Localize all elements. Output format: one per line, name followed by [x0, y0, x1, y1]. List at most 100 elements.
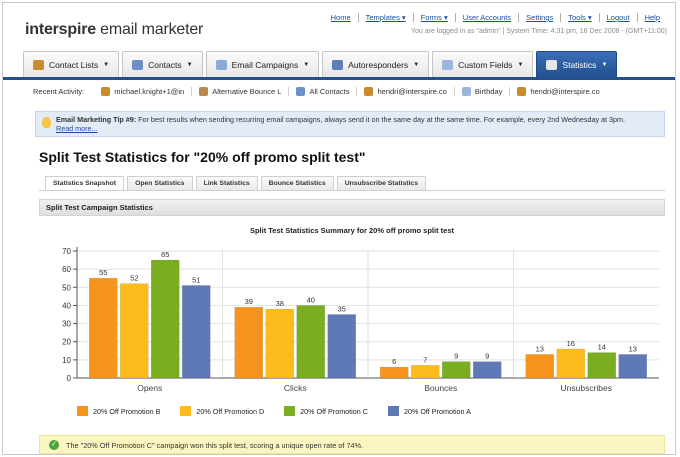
autoresponders-icon: [332, 59, 344, 70]
contacts-icon: [132, 59, 144, 70]
y-tick-label: 40: [62, 301, 71, 310]
link-templates[interactable]: Templates ▾: [357, 13, 413, 22]
tab-autoresponders[interactable]: Autoresponders ▼: [322, 51, 430, 77]
contact-icon: [364, 87, 374, 96]
x-tick-label: Clicks: [284, 383, 307, 393]
tab-underline: [3, 77, 675, 80]
bar: [296, 305, 325, 379]
tip-title: Email Marketing Tip #9:: [56, 115, 137, 124]
link-logout[interactable]: Logout: [598, 13, 637, 22]
chevron-down-icon: ▼: [303, 61, 310, 68]
recent-activity: Recent Activity: michael.knight+1@in Alt…: [33, 87, 607, 96]
tab-email-campaigns[interactable]: Email Campaigns ▼: [205, 51, 320, 77]
bar: [587, 352, 616, 379]
bar: [120, 283, 149, 379]
chevron-down-icon: ▼: [601, 61, 608, 68]
statistics-subtabs: Statistics Snapshot Open Statistics Link…: [45, 176, 426, 190]
recent-item[interactable]: All Contacts: [288, 87, 356, 96]
legend-item: 20% Off Promotion C: [284, 406, 368, 416]
bar: [234, 306, 263, 379]
bar: [380, 366, 409, 379]
bar-value-label: 6: [392, 357, 396, 366]
split-test-bar-chart: 0 10 20 30 40 50 60 70 55 52 65 51 Opens 39 38 40 35 Clic…: [62, 247, 659, 393]
tab-contact-lists[interactable]: Contact Lists ▼: [23, 51, 120, 77]
field-icon: [461, 87, 471, 96]
marketing-tip: Email Marketing Tip #9: For best results…: [35, 111, 665, 137]
bar-value-label: 9: [485, 352, 489, 361]
bar: [151, 259, 180, 379]
bar: [182, 285, 211, 379]
recent-activity-label: Recent Activity:: [33, 87, 85, 96]
link-help[interactable]: Help: [636, 13, 667, 22]
bar-value-label: 65: [161, 250, 169, 259]
tab-label: Autoresponders: [348, 59, 409, 70]
subtab-bounce-statistics[interactable]: Bounce Statistics: [260, 176, 334, 190]
link-tools[interactable]: Tools ▾: [560, 13, 598, 22]
bar: [525, 354, 554, 379]
recent-item[interactable]: hendri@interspire.co: [509, 87, 606, 96]
bar: [265, 308, 294, 379]
tab-label: Contacts: [148, 59, 182, 70]
y-tick-label: 20: [62, 338, 71, 347]
legend-swatch: [77, 406, 88, 416]
statistics-icon: [546, 59, 558, 70]
page-title: Split Test Statistics for "20% off promo…: [39, 149, 366, 165]
chart-legend: 20% Off Promotion B 20% Off Promotion D …: [77, 406, 471, 416]
subtab-open-statistics[interactable]: Open Statistics: [127, 176, 193, 190]
bar-value-label: 14: [598, 343, 606, 352]
legend-swatch: [284, 406, 296, 416]
tab-statistics[interactable]: Statistics ▼: [536, 51, 618, 77]
bar-value-label: 7: [423, 355, 427, 364]
lightbulb-icon: [42, 117, 51, 128]
bar-value-label: 39: [245, 297, 253, 306]
bar: [411, 365, 440, 379]
tab-label: Custom Fields: [458, 59, 513, 70]
tab-contacts[interactable]: Contacts ▼: [122, 51, 203, 77]
recent-item[interactable]: hendri@interspire.co: [356, 87, 453, 96]
bar-value-label: 16: [567, 339, 575, 348]
bar: [327, 314, 356, 379]
bar: [618, 354, 647, 379]
bar-value-label: 13: [536, 344, 544, 353]
y-tick-label: 0: [67, 374, 72, 383]
bar: [473, 361, 502, 379]
winner-notice: ✓ The "20% Off Promotion C" campaign won…: [39, 435, 665, 454]
chart-title: Split Test Statistics Summary for 20% of…: [249, 226, 455, 235]
link-settings[interactable]: Settings: [518, 13, 560, 22]
tab-label: Contact Lists: [49, 59, 99, 70]
subtab-statistics-snapshot[interactable]: Statistics Snapshot: [45, 176, 125, 190]
x-tick-label: Bounces: [424, 383, 457, 393]
x-tick-label: Unsubscribes: [561, 383, 613, 393]
bar: [556, 348, 585, 379]
contacts-icon: [296, 87, 306, 96]
chevron-down-icon: ▼: [517, 61, 524, 68]
y-tick-label: 30: [62, 320, 71, 329]
recent-item[interactable]: Alternative Bounce L: [191, 87, 288, 96]
link-forms[interactable]: Forms ▾: [412, 13, 455, 22]
checkmark-icon: ✓: [49, 440, 59, 450]
tab-custom-fields[interactable]: Custom Fields ▼: [432, 51, 534, 77]
main-tabs: Contact Lists ▼ Contacts ▼ Email Campaigns…: [23, 51, 618, 77]
recent-item[interactable]: michael.knight+1@in: [94, 87, 191, 96]
bar-value-label: 9: [454, 352, 458, 361]
link-home[interactable]: Home: [324, 13, 358, 22]
tab-label: Statistics: [562, 59, 597, 70]
winner-text: The "20% Off Promotion C" campaign won t…: [66, 441, 364, 450]
top-links: Home Templates ▾ Forms ▾ User Accounts S…: [324, 13, 667, 22]
legend-swatch: [180, 406, 192, 416]
tab-label: Email Campaigns: [231, 59, 299, 70]
custom-fields-icon: [442, 59, 454, 70]
legend-item: 20% Off Promotion A: [387, 406, 471, 416]
subtab-divider: [39, 190, 665, 191]
y-tick-label: 10: [62, 356, 71, 365]
contact-icon: [101, 87, 111, 96]
tip-read-more-link[interactable]: Read more...: [56, 124, 98, 133]
chevron-down-icon: ▼: [413, 61, 420, 68]
recent-item[interactable]: Birthday: [453, 87, 510, 96]
app-logo: interspire email marketer: [25, 21, 204, 38]
bar-value-label: 35: [338, 305, 346, 314]
subtab-unsubscribe-statistics[interactable]: Unsubscribe Statistics: [336, 176, 426, 190]
link-user-accounts[interactable]: User Accounts: [454, 13, 518, 22]
legend-item: 20% Off Promotion D: [180, 406, 264, 416]
subtab-link-statistics[interactable]: Link Statistics: [195, 176, 258, 190]
